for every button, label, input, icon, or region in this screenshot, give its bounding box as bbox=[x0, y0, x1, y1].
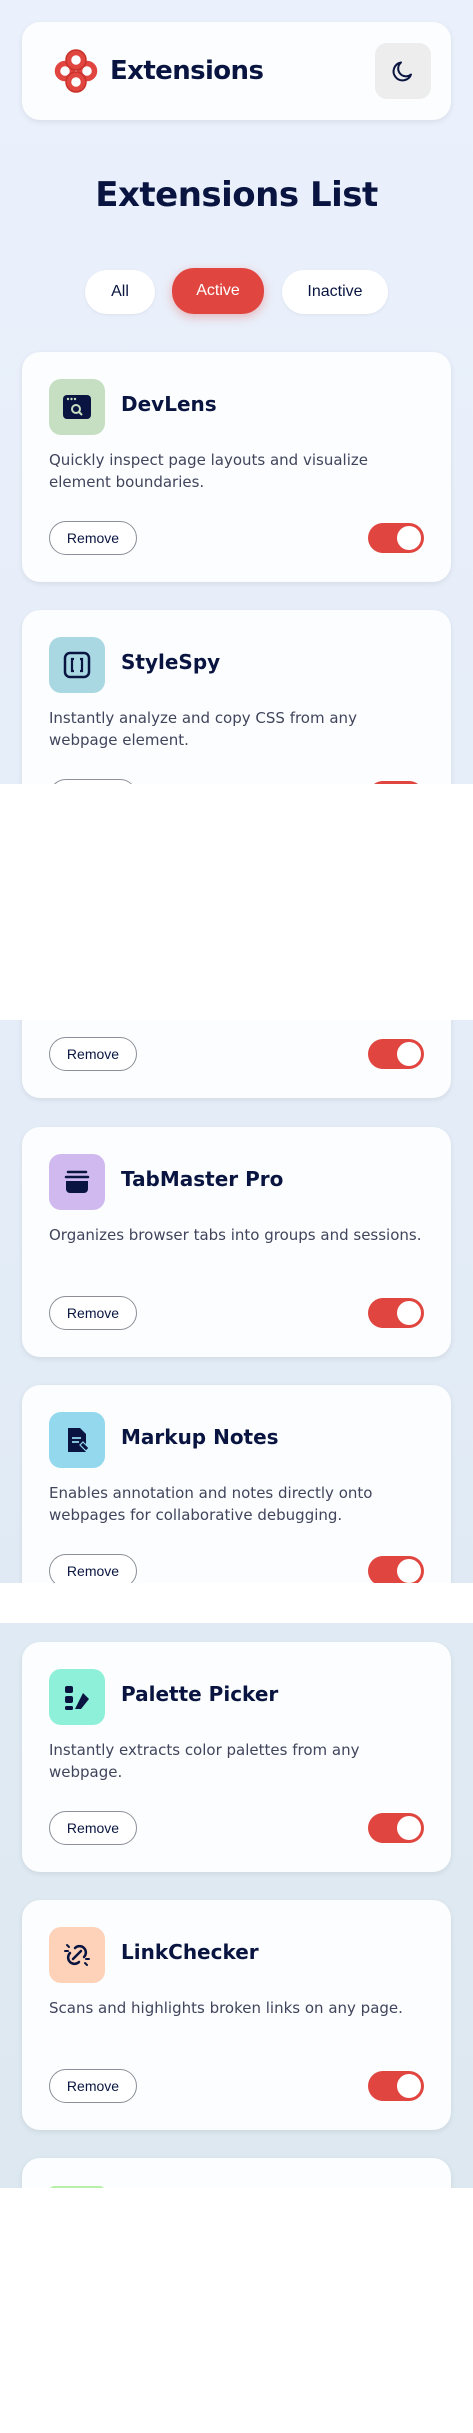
enable-toggle[interactable] bbox=[368, 2071, 424, 2101]
app-title: Extensions bbox=[110, 56, 264, 86]
filter-all-button[interactable]: All bbox=[85, 270, 155, 314]
linkchecker-icon bbox=[49, 1927, 105, 1983]
extension-card-palette-picker: Palette Picker Instantly extracts color … bbox=[22, 1642, 451, 1872]
moon-icon bbox=[392, 61, 412, 82]
palette-picker-icon bbox=[49, 1669, 105, 1725]
extension-description: Quickly inspect page layouts and visuali… bbox=[49, 451, 368, 491]
extension-card-devlens: DevLens Quickly inspect page layouts and… bbox=[22, 352, 451, 582]
extension-card-markup-notes: Markup Notes Enables annotation and note… bbox=[22, 1385, 451, 1615]
extension-name: TabMaster Pro bbox=[121, 1167, 284, 1191]
toggle-knob bbox=[397, 2074, 421, 2098]
extension-description: Instantly extracts color palettes from a… bbox=[49, 1741, 360, 1781]
extension-name: LinkChecker bbox=[121, 1940, 259, 1964]
extension-name: StyleSpy bbox=[121, 650, 221, 674]
enable-toggle[interactable] bbox=[368, 1298, 424, 1328]
app-header: Extensions bbox=[22, 22, 451, 120]
toggle-knob bbox=[397, 1559, 421, 1583]
markup-notes-icon bbox=[49, 1412, 105, 1468]
extensions-logo-icon bbox=[54, 49, 98, 93]
remove-button[interactable]: Remove bbox=[49, 1296, 137, 1330]
blank-region bbox=[0, 784, 473, 1020]
toggle-knob bbox=[397, 526, 421, 550]
blank-region bbox=[0, 1583, 473, 1623]
page-title: Extensions List bbox=[95, 175, 378, 215]
tabmaster-icon bbox=[49, 1154, 105, 1210]
extension-card-linkchecker: LinkChecker Scans and highlights broken … bbox=[22, 1900, 451, 2130]
blank-region bbox=[0, 2188, 473, 2433]
filter-active-button[interactable]: Active bbox=[172, 268, 264, 314]
remove-button[interactable]: Remove bbox=[49, 521, 137, 555]
filter-inactive-button[interactable]: Inactive bbox=[282, 270, 388, 314]
filter-bar: All Active Inactive bbox=[0, 268, 473, 318]
extension-description: Enables annotation and notes directly on… bbox=[49, 1484, 373, 1524]
extension-description: Organizes browser tabs into groups and s… bbox=[49, 1226, 422, 1244]
toggle-knob bbox=[397, 1042, 421, 1066]
extension-description: Scans and highlights broken links on any… bbox=[49, 1999, 403, 2017]
remove-button[interactable]: Remove bbox=[49, 1037, 137, 1071]
stylespy-icon bbox=[49, 637, 105, 693]
toggle-knob bbox=[397, 1301, 421, 1325]
toggle-knob bbox=[397, 1816, 421, 1840]
extension-description: Instantly analyze and copy CSS from any … bbox=[49, 709, 357, 749]
extension-name: Markup Notes bbox=[121, 1425, 279, 1449]
logo: Extensions bbox=[54, 49, 264, 93]
remove-button[interactable]: Remove bbox=[49, 2069, 137, 2103]
extension-name: DevLens bbox=[121, 392, 217, 416]
remove-button[interactable]: Remove bbox=[49, 1811, 137, 1845]
devlens-icon bbox=[49, 379, 105, 435]
extension-name: Palette Picker bbox=[121, 1682, 279, 1706]
extension-card-tabmaster-pro: TabMaster Pro Organizes browser tabs int… bbox=[22, 1127, 451, 1357]
enable-toggle[interactable] bbox=[368, 1813, 424, 1843]
theme-toggle-button[interactable] bbox=[375, 43, 431, 99]
enable-toggle[interactable] bbox=[368, 523, 424, 553]
enable-toggle[interactable] bbox=[368, 1556, 424, 1586]
enable-toggle[interactable] bbox=[368, 1039, 424, 1069]
